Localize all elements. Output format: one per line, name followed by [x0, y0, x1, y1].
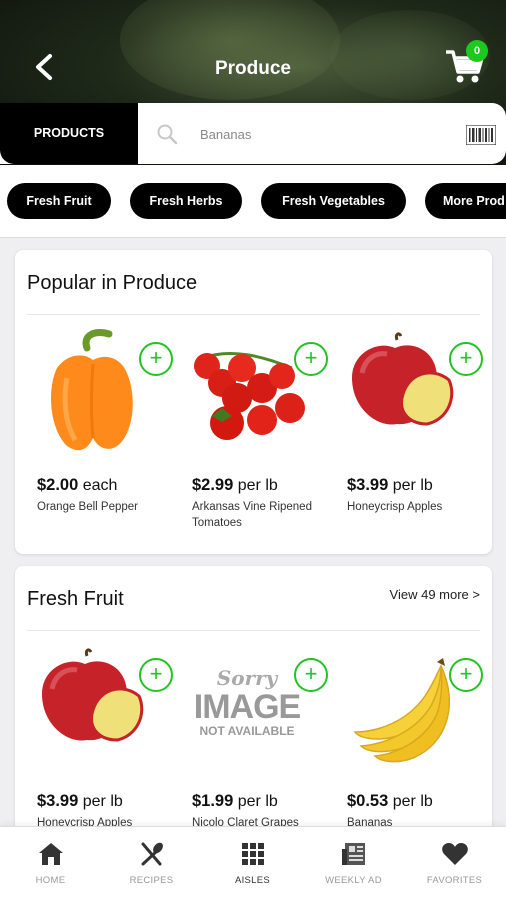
product-image-orange-bell-pepper [51, 329, 133, 451]
nav-aisles[interactable]: AISLES [202, 841, 303, 893]
add-to-cart-button[interactable]: + [449, 342, 483, 376]
nav-label: AISLES [234, 875, 271, 886]
home-icon [38, 843, 63, 865]
search-icon [157, 124, 178, 145]
nav-label: HOME [35, 875, 66, 886]
chip-fresh-herbs[interactable]: Fresh Herbs [130, 183, 242, 219]
product-image-honeycrisp-apples [42, 648, 144, 742]
divider [27, 314, 480, 315]
product-name: Arkansas Vine Ripened Tomatoes [192, 501, 312, 529]
add-to-cart-button[interactable]: + [139, 342, 173, 376]
utensils-icon [141, 842, 163, 866]
placeholder-line: IMAGE [193, 688, 301, 726]
image-not-available-placeholder: Sorry IMAGE NOT AVAILABLE [182, 644, 312, 774]
chip-more-products[interactable]: More Prod [425, 183, 506, 219]
product-price: $1.99 per lb [192, 792, 278, 810]
heart-icon [441, 843, 468, 865]
search-input[interactable] [200, 121, 440, 147]
placeholder-line: Sorry [216, 666, 278, 690]
section-title: Popular in Produce [27, 272, 198, 294]
product-price: $2.00 each [37, 476, 118, 494]
product-image-bananas [353, 658, 450, 763]
nav-label: RECIPES [129, 875, 174, 886]
product-name: Honeycrisp Apples [347, 501, 443, 513]
products-tab[interactable]: PRODUCTS [0, 103, 138, 164]
placeholder-line: NOT AVAILABLE [199, 724, 295, 738]
grid-icon [241, 843, 264, 865]
nav-label: WEEKLY AD [325, 875, 382, 886]
bottom-navigation: HOME RECIPES AISLES WEEKLY AD FAVORITES [0, 826, 506, 900]
nav-home[interactable]: HOME [0, 841, 101, 893]
chip-fresh-fruit[interactable]: Fresh Fruit [7, 183, 111, 219]
nav-favorites[interactable]: FAVORITES [404, 841, 505, 893]
category-chips: Fresh Fruit Fresh Herbs Fresh Vegetables… [0, 165, 506, 238]
product-price: $3.99 per lb [347, 476, 433, 494]
add-to-cart-button[interactable]: + [449, 658, 483, 692]
product-price: $0.53 per lb [347, 792, 433, 810]
newspaper-icon [341, 843, 365, 865]
nav-weekly-ad[interactable]: WEEKLY AD [303, 841, 404, 893]
add-to-cart-button[interactable]: + [294, 658, 328, 692]
section-title: Fresh Fruit [27, 588, 124, 610]
view-more-link[interactable]: View 49 more > [390, 587, 480, 602]
product-price: $2.99 per lb [192, 476, 278, 494]
nav-recipes[interactable]: RECIPES [101, 841, 202, 893]
add-to-cart-button[interactable]: + [294, 342, 328, 376]
search-bar: PRODUCTS [0, 103, 506, 164]
product-image-vine-tomatoes [194, 351, 305, 440]
product-name: Orange Bell Pepper [37, 501, 139, 513]
product-image-honeycrisp-apples [352, 332, 454, 426]
chip-fresh-vegetables[interactable]: Fresh Vegetables [261, 183, 406, 219]
add-to-cart-button[interactable]: + [139, 658, 173, 692]
fresh-fruit-card: Fresh Fruit View 49 more > + $3.99 per l… [15, 566, 492, 856]
popular-card: Popular in Produce + $2.00 each Orange B… [15, 250, 492, 554]
nav-label: FAVORITES [426, 875, 483, 886]
divider [27, 630, 480, 631]
header-background-foliage [120, 0, 340, 100]
barcode-scan-icon[interactable] [466, 125, 496, 145]
cart-count-badge: 0 [466, 40, 488, 62]
product-price: $3.99 per lb [37, 792, 123, 810]
header: Produce 0 PRODUCTS [0, 0, 506, 165]
page-title: Produce [214, 58, 292, 79]
